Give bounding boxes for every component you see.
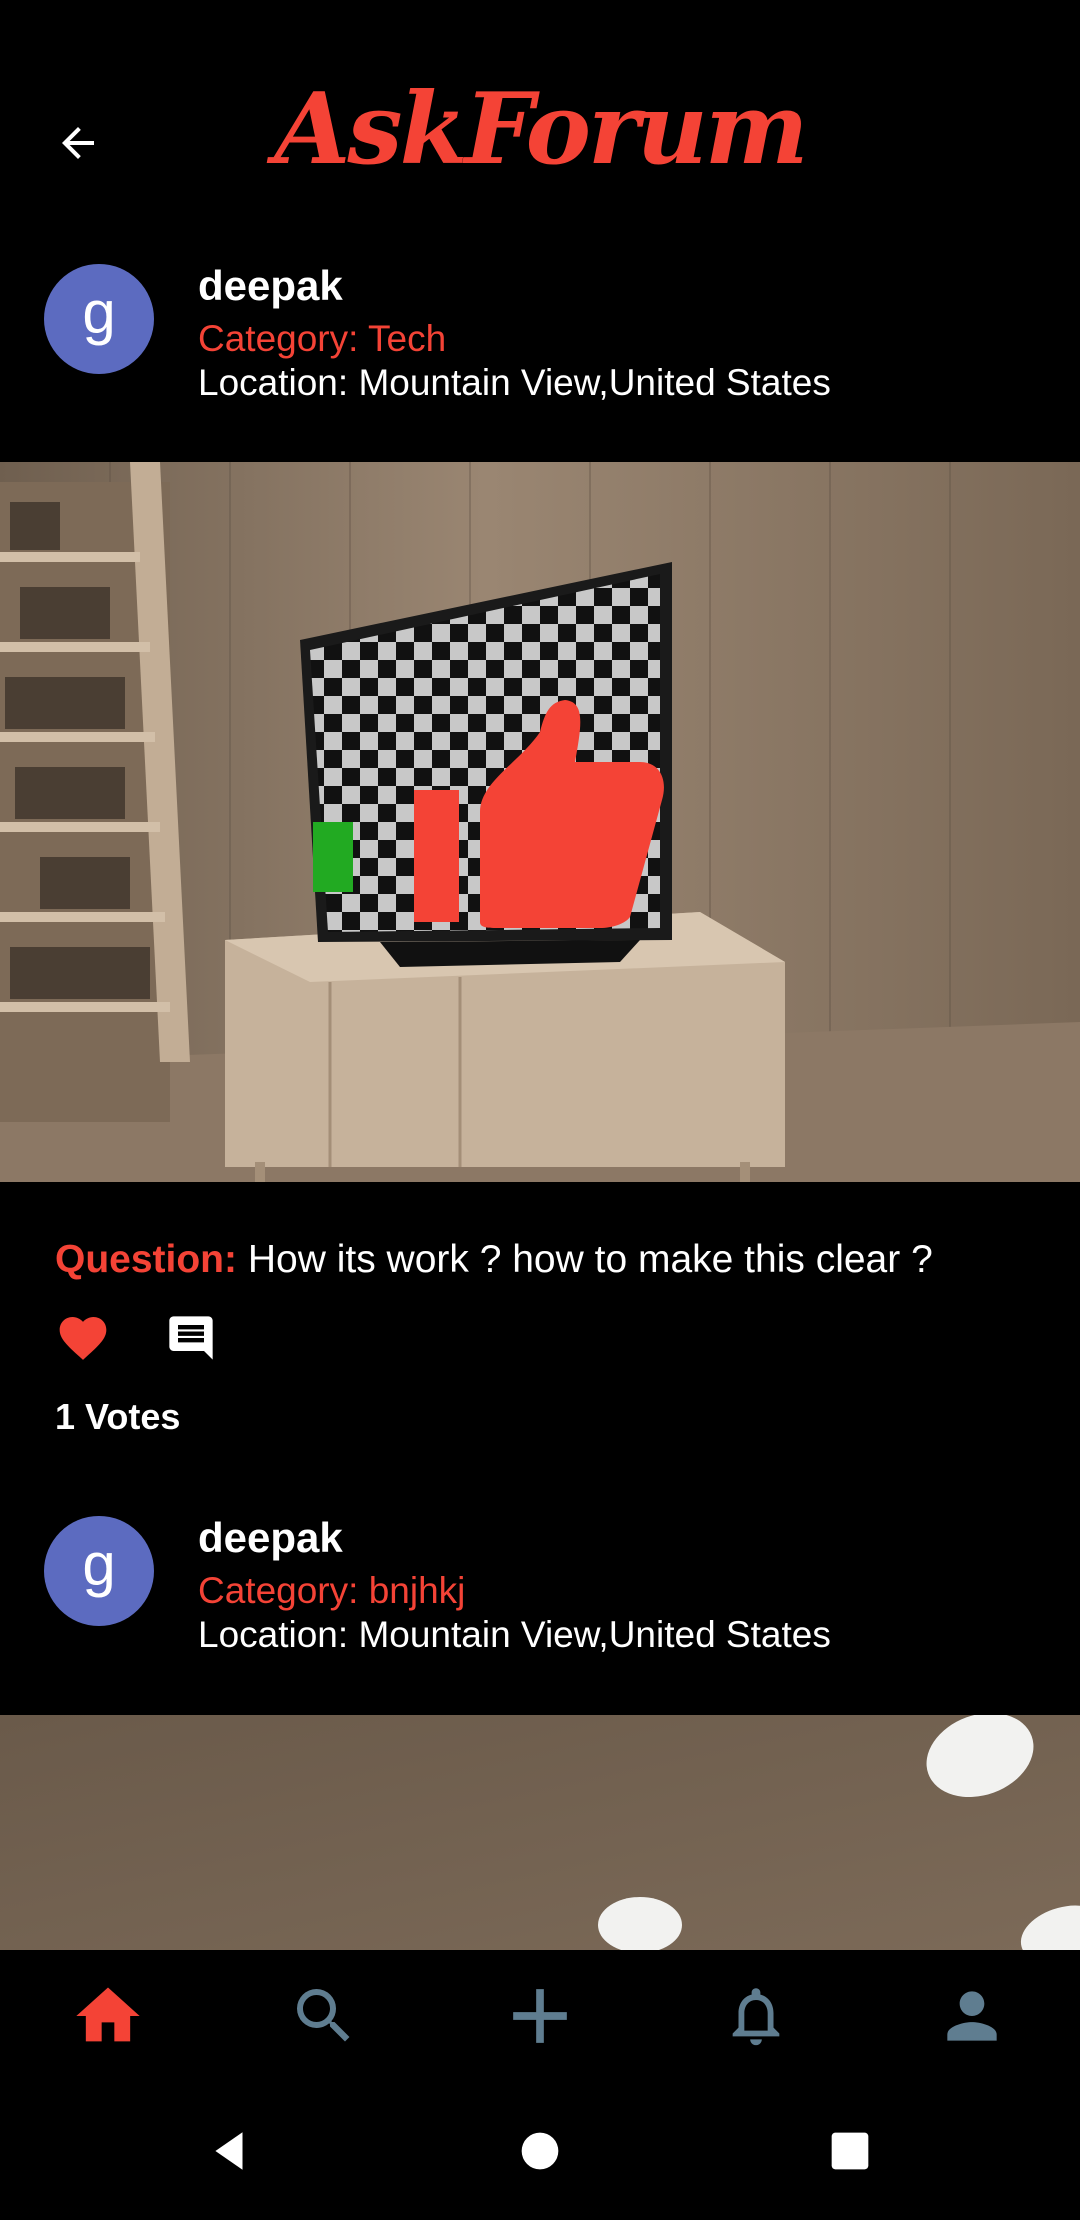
post-username[interactable]: deepak: [198, 1514, 343, 1562]
nav-notifications[interactable]: [648, 1950, 864, 2082]
system-back-button[interactable]: [75, 2126, 385, 2176]
person-icon: [947, 1991, 997, 2041]
square-recents-icon: [831, 2132, 869, 2170]
comment-button[interactable]: [165, 1312, 221, 1368]
post-location: Location: Mountain View,United States: [198, 1614, 831, 1655]
avatar[interactable]: g: [44, 1516, 154, 1626]
question-label: Question:: [55, 1238, 237, 1281]
post-header: g deepak Category: bnjhkj Location: Moun…: [0, 1514, 1080, 1686]
home-icon: [76, 1987, 140, 2042]
nav-add[interactable]: [432, 1950, 648, 2082]
add-icon: [513, 1989, 567, 2043]
search-icon: [297, 1989, 350, 2042]
post-header: g deepak Category: Tech Location: Mounta…: [0, 262, 1080, 434]
app-header: AskForum: [0, 0, 1080, 240]
triangle-back-icon: [215, 2132, 243, 2170]
nav-search[interactable]: [216, 1950, 432, 2082]
question-text: Question: How its work ? how to make thi…: [55, 1238, 933, 1282]
avatar[interactable]: g: [44, 264, 154, 374]
votes-count: 1 Votes: [55, 1396, 181, 1437]
like-button[interactable]: [55, 1310, 111, 1366]
nav-profile[interactable]: [864, 1950, 1080, 2082]
system-home-button[interactable]: [385, 2129, 695, 2173]
system-recents-button[interactable]: [695, 2129, 1005, 2173]
bottom-navigation: [0, 1950, 1080, 2082]
system-navigation-bar: [0, 2082, 1080, 2220]
nav-home[interactable]: [0, 1950, 216, 2082]
bell-icon: [732, 1988, 780, 2046]
post-category: Category: bnjhkj: [198, 1570, 466, 1611]
post-image[interactable]: [0, 1715, 1080, 1950]
floor-image: [0, 1715, 1080, 1950]
post-image[interactable]: [0, 462, 1080, 1182]
post-username[interactable]: deepak: [198, 262, 343, 310]
post-category: Category: Tech: [198, 318, 447, 359]
circle-home-icon: [521, 2132, 559, 2170]
heart-icon: [59, 1317, 107, 1360]
question-body: How its work ? how to make this clear ?: [237, 1238, 933, 1281]
comment-icon: [169, 1316, 213, 1360]
app-title: AskForum: [274, 72, 808, 187]
tv-room-image: [0, 462, 1080, 1182]
post-location: Location: Mountain View,United States: [198, 362, 831, 403]
